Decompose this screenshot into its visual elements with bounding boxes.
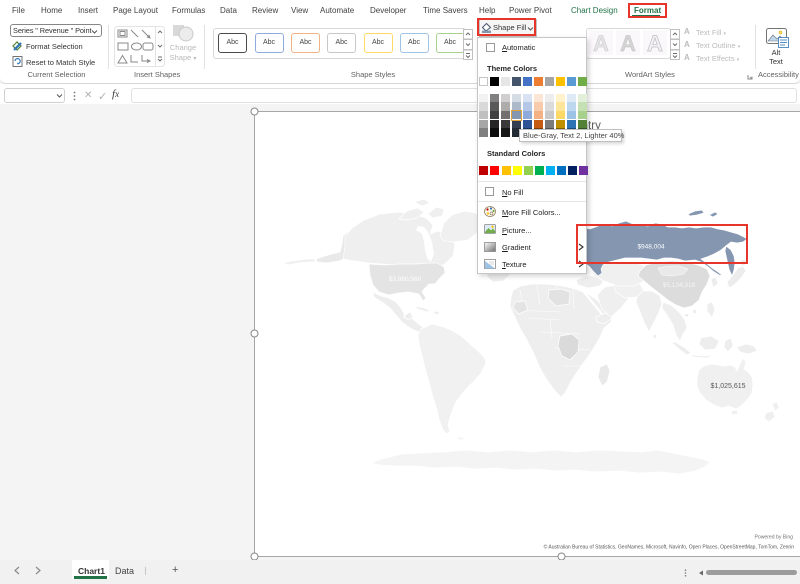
svg-text:Powered by Bing: Powered by Bing (754, 535, 793, 541)
svg-text:$3,880,560: $3,880,560 (389, 276, 422, 283)
svg-text:© Australian Bureau of Statist: © Australian Bureau of Statistics, GeoNa… (544, 544, 795, 551)
svg-text:A: A (593, 31, 609, 55)
svg-text:A: A (647, 31, 663, 55)
svg-text:A: A (620, 31, 636, 55)
svg-text:$1,025,615: $1,025,615 (710, 383, 745, 390)
svg-text:$5,134,318: $5,134,318 (663, 282, 696, 289)
